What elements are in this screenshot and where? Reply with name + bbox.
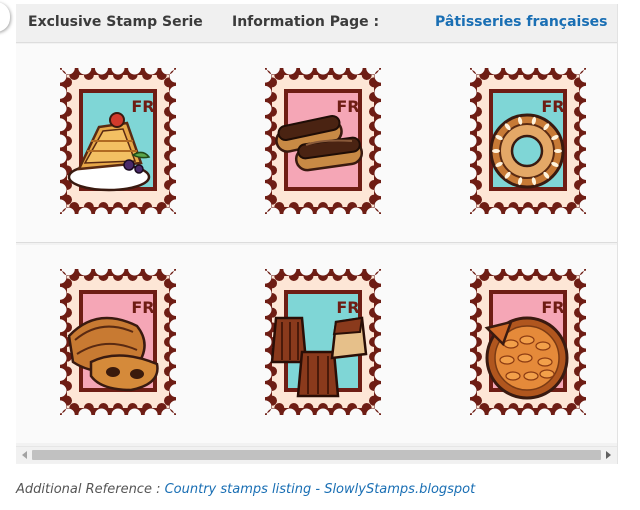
scrollbar-thumb[interactable] [32, 450, 601, 460]
scroll-right-icon[interactable] [606, 451, 611, 459]
header-series-label: Exclusive Stamp Serie [28, 14, 203, 30]
table-row: FR FR FR [16, 44, 617, 243]
apricot-tart-illustration [484, 316, 569, 400]
stamp-country-label: FR [336, 97, 359, 116]
stamp-country-label: FR [131, 97, 154, 116]
reference-link[interactable]: Country stamps listing - SlowlyStamps.bl… [165, 482, 476, 497]
header-info-label: Information Page : [232, 14, 380, 30]
additional-reference: Additional Reference : Country stamps li… [16, 482, 475, 497]
paris-brest-stamp[interactable]: FR [467, 65, 589, 217]
apricot-tart-stamp[interactable]: FR [467, 266, 589, 418]
table-header: Exclusive Stamp Serie Information Page :… [16, 4, 617, 43]
canneles-stamp[interactable]: FR [262, 266, 384, 418]
stamp-table: Exclusive Stamp Serie Information Page :… [16, 4, 618, 464]
stamp-country-label: FR [541, 298, 564, 317]
reference-prefix: Additional Reference : [16, 482, 165, 497]
table-row: FR FR FR [16, 245, 617, 443]
carousel-prev-handle[interactable] [0, 2, 10, 32]
eclairs-stamp[interactable]: FR [262, 65, 384, 217]
crepes-stamp[interactable]: FR [57, 65, 179, 217]
stamp-country-label: FR [336, 298, 359, 317]
pain-au-chocolat-stamp[interactable]: FR [57, 266, 179, 418]
paris-brest-illustration [489, 113, 565, 189]
header-series-title[interactable]: Pâtisseries françaises [435, 14, 608, 30]
stamp-country-label: FR [541, 97, 564, 116]
scroll-left-icon[interactable] [22, 451, 27, 459]
stamp-country-label: FR [131, 298, 154, 317]
horizontal-scrollbar[interactable] [16, 446, 617, 463]
